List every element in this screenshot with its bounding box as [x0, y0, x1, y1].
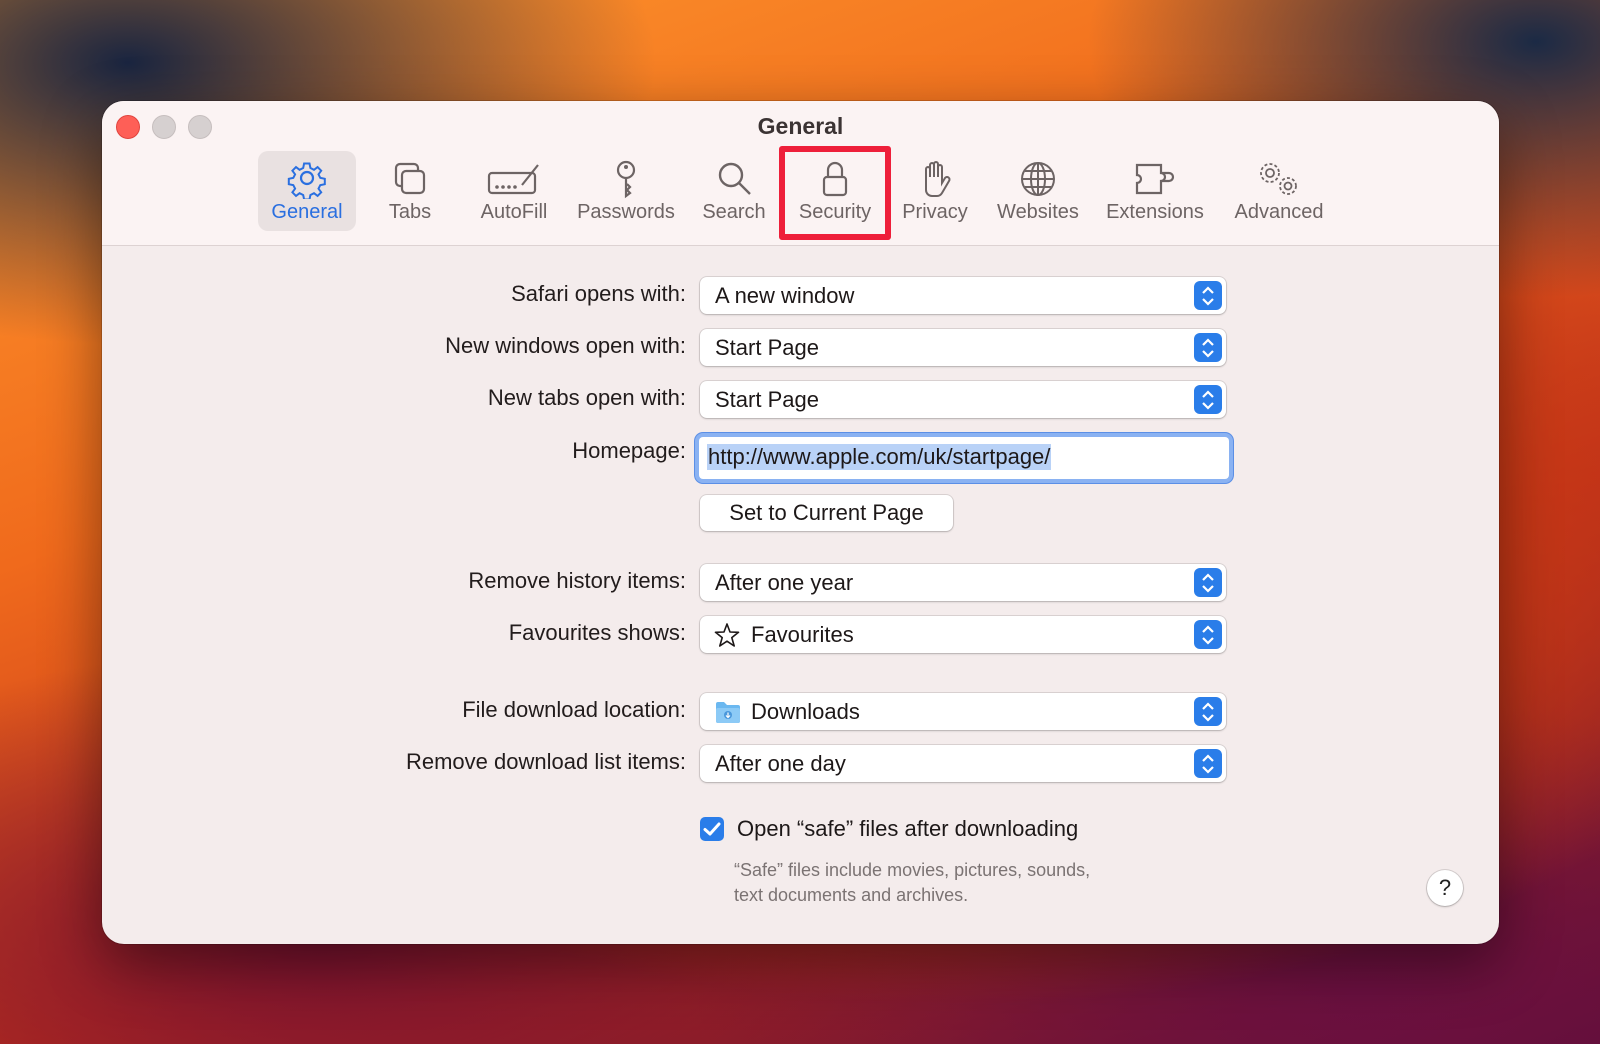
- checkmark-icon: [703, 822, 721, 836]
- chevron-updown-icon: [1194, 620, 1222, 649]
- tab-autofill[interactable]: AutoFill: [466, 151, 562, 231]
- search-icon: [718, 162, 751, 195]
- help-button[interactable]: ?: [1427, 870, 1463, 906]
- tab-websites[interactable]: Websites: [986, 151, 1090, 231]
- tab-label: Passwords: [577, 201, 675, 223]
- remove-history-label: Remove history items:: [468, 568, 686, 593]
- safe-files-note: “Safe” files include movies, pictures, s…: [734, 858, 1090, 908]
- file-download-location-popup[interactable]: Downloads: [700, 693, 1226, 730]
- popup-value: Favourites: [751, 622, 854, 647]
- tab-label: AutoFill: [480, 201, 548, 223]
- tab-advanced[interactable]: Advanced: [1226, 151, 1332, 231]
- new-tabs-open-with-popup[interactable]: Start Page: [700, 381, 1226, 418]
- tab-extensions[interactable]: Extensions: [1098, 151, 1212, 231]
- preferences-window: General General Tabs AutoFill Passwords …: [102, 101, 1499, 944]
- tab-label: Search: [702, 201, 766, 223]
- tab-label: General: [271, 201, 343, 223]
- tab-passwords[interactable]: Passwords: [572, 151, 680, 231]
- safari-opens-with-popup[interactable]: A new window: [700, 277, 1226, 314]
- open-safe-files-label: Open “safe” files after downloading: [737, 816, 1079, 841]
- new-windows-open-with-label: New windows open with:: [445, 333, 686, 358]
- tab-tabs[interactable]: Tabs: [370, 151, 450, 231]
- hand-icon: [925, 161, 951, 197]
- favourites-shows-popup[interactable]: Favourites: [700, 616, 1226, 653]
- security-highlight-box: [779, 146, 891, 240]
- remove-download-items-label: Remove download list items:: [405, 749, 686, 774]
- key-icon: [616, 160, 636, 199]
- new-windows-open-with-popup[interactable]: Start Page: [700, 329, 1226, 366]
- gear-icon: [287, 162, 326, 199]
- popup-value: After one day: [715, 751, 846, 776]
- popup-value: Downloads: [751, 699, 860, 724]
- popup-value: Start Page: [715, 335, 819, 360]
- tab-privacy[interactable]: Privacy: [892, 151, 978, 231]
- safari-opens-with-label: Safari opens with:: [511, 281, 686, 306]
- note-line: text documents and archives.: [734, 885, 969, 905]
- puzzle-icon: [1135, 163, 1175, 195]
- remove-download-items-popup[interactable]: After one day: [700, 745, 1226, 782]
- tabs-icon: [394, 162, 426, 195]
- chevron-updown-icon: [1194, 697, 1222, 726]
- set-to-current-page-button[interactable]: Set to Current Page: [700, 495, 953, 531]
- tab-search[interactable]: Search: [692, 151, 776, 231]
- open-safe-files-checkbox[interactable]: [700, 817, 724, 841]
- tab-label: Privacy: [902, 201, 968, 223]
- chevron-updown-icon: [1194, 385, 1222, 414]
- homepage-value: http://www.apple.com/uk/startpage/: [707, 444, 1052, 470]
- new-tabs-open-with-label: New tabs open with:: [487, 385, 686, 410]
- homepage-label: Homepage:: [572, 438, 686, 463]
- chevron-updown-icon: [1194, 281, 1222, 310]
- chevron-updown-icon: [1194, 568, 1222, 597]
- homepage-field[interactable]: http://www.apple.com/uk/startpage/: [699, 437, 1229, 479]
- favourites-shows-label: Favourites shows:: [508, 620, 686, 645]
- popup-value: A new window: [715, 283, 855, 308]
- popup-value: Start Page: [715, 387, 819, 412]
- popup-value: After one year: [715, 570, 854, 595]
- tab-label: Tabs: [388, 201, 432, 223]
- folder-icon: [716, 702, 740, 723]
- tab-general[interactable]: General: [258, 151, 356, 231]
- window-title: General: [757, 113, 844, 139]
- file-download-location-label: File download location:: [462, 697, 686, 722]
- autofill-icon: [487, 164, 539, 195]
- tab-label: Extensions: [1106, 201, 1204, 223]
- tab-label: Websites: [997, 201, 1079, 223]
- gears-icon: [1260, 163, 1297, 195]
- note-line: “Safe” files include movies, pictures, s…: [734, 860, 1091, 880]
- star-icon: [714, 623, 740, 647]
- chevron-updown-icon: [1194, 333, 1222, 362]
- globe-icon: [1021, 162, 1055, 196]
- remove-history-popup[interactable]: After one year: [700, 564, 1226, 601]
- chevron-updown-icon: [1194, 749, 1222, 778]
- tab-label: Advanced: [1234, 201, 1324, 223]
